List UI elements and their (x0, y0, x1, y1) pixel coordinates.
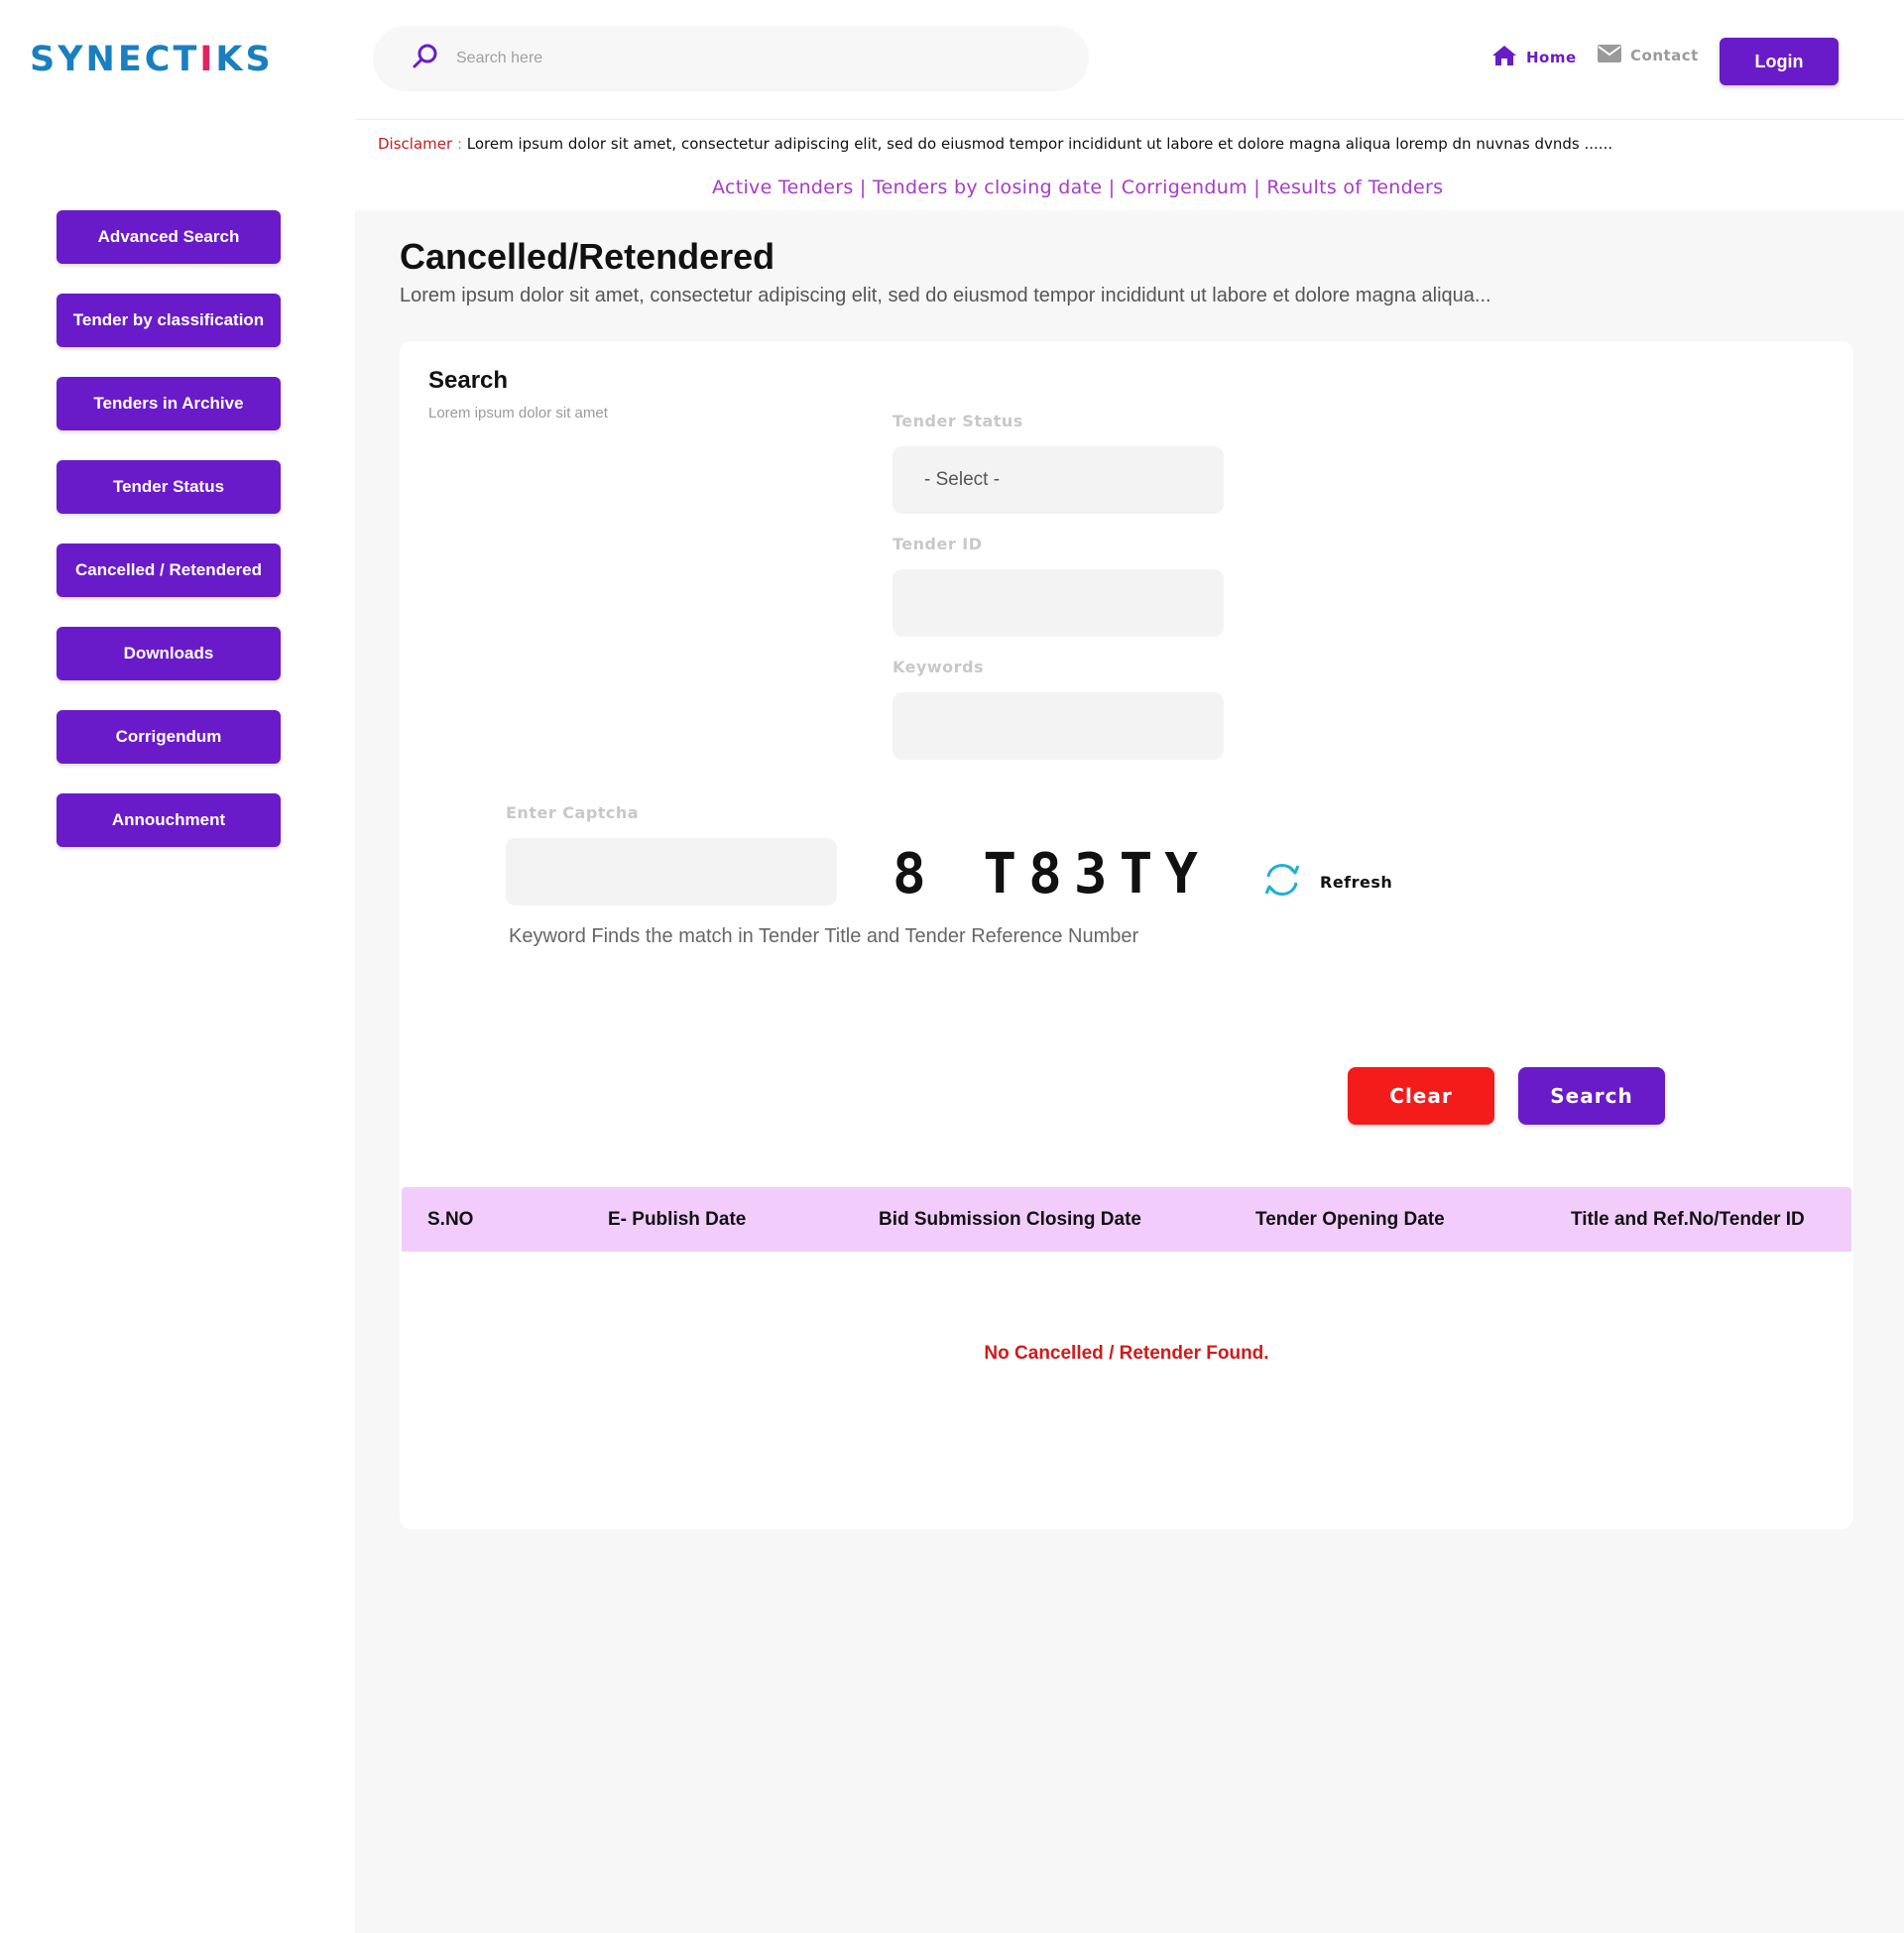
sidebar-item-tender-by-classification[interactable]: Tender by classification (57, 294, 281, 347)
corrigendum-link[interactable]: Corrigendum (1122, 177, 1248, 198)
captcha-label: Enter Captcha (506, 803, 640, 822)
page-title: Cancelled/Retendered (400, 236, 775, 277)
sidebar-item-annouchment[interactable]: Annouchment (57, 793, 281, 847)
refresh-icon (1262, 862, 1320, 902)
active-tenders-link[interactable]: Active Tenders (712, 177, 854, 198)
header-divider (355, 119, 1904, 120)
tender-links: Active Tenders | Tenders by closing date… (712, 177, 1444, 198)
column-header-publish-date: E- Publish Date (608, 1208, 747, 1230)
sidebar-item-tender-status[interactable]: Tender Status (57, 460, 281, 514)
table-empty-message: No Cancelled / Retender Found. (984, 1343, 1269, 1364)
header-search (373, 26, 1089, 91)
captcha-image-text: 8 T83TY (892, 842, 1211, 906)
column-header-closing-date: Bid Submission Closing Date (879, 1208, 1141, 1230)
captcha-input[interactable] (506, 838, 837, 906)
sidebar-item-corrigendum[interactable]: Corrigendum (57, 710, 281, 764)
results-of-tenders-link[interactable]: Results of Tenders (1266, 177, 1443, 198)
tender-id-input[interactable] (892, 569, 1224, 637)
home-icon (1490, 44, 1526, 71)
column-header-title-ref: Title and Ref.No/Tender ID (1571, 1208, 1805, 1230)
tender-status-label: Tender Status (892, 412, 1023, 430)
keywords-input[interactable] (892, 692, 1224, 760)
keywords-label: Keywords (892, 658, 985, 676)
column-header-sno: S.NO (427, 1208, 474, 1230)
sidebar-item-tenders-in-archive[interactable]: Tenders in Archive (57, 377, 281, 430)
sidebar: Advanced Search Tender by classification… (57, 210, 281, 877)
tender-id-label: Tender ID (892, 535, 983, 553)
search-card: Search Lorem ipsum dolor sit amet Tender… (400, 341, 1853, 1529)
main-content: Cancelled/Retendered Lorem ipsum dolor s… (355, 210, 1904, 1933)
tender-status-select[interactable]: - Select - (892, 446, 1224, 514)
nav-home-link[interactable]: Home (1490, 44, 1577, 71)
search-card-title: Search (428, 367, 509, 394)
keyword-hint: Keyword Finds the match in Tender Title … (509, 925, 1139, 947)
search-card-subtitle: Lorem ipsum dolor sit amet (428, 405, 608, 422)
page-description: Lorem ipsum dolor sit amet, consectetur … (400, 285, 1491, 306)
disclaimer: Disclamer : Lorem ipsum dolor sit amet, … (378, 135, 1613, 153)
results-table-header: S.NO E- Publish Date Bid Submission Clos… (402, 1187, 1851, 1252)
nav-contact-link[interactable]: Contact (1597, 44, 1699, 67)
sidebar-item-downloads[interactable]: Downloads (57, 627, 281, 680)
envelope-icon (1597, 44, 1630, 67)
tenders-by-closing-date-link[interactable]: Tenders by closing date (873, 177, 1102, 198)
clear-button[interactable]: Clear (1348, 1067, 1494, 1125)
column-header-opening-date: Tender Opening Date (1255, 1208, 1445, 1230)
login-button[interactable]: Login (1720, 38, 1839, 85)
sidebar-item-cancelled-retendered[interactable]: Cancelled / Retendered (57, 544, 281, 597)
search-button[interactable]: Search (1518, 1067, 1665, 1125)
logo[interactable]: SYNECTIKS (30, 40, 274, 79)
captcha-refresh-button[interactable]: Refresh (1262, 862, 1392, 902)
sidebar-item-advanced-search[interactable]: Advanced Search (57, 210, 281, 264)
search-icon[interactable] (411, 42, 440, 76)
search-input[interactable] (456, 50, 952, 67)
